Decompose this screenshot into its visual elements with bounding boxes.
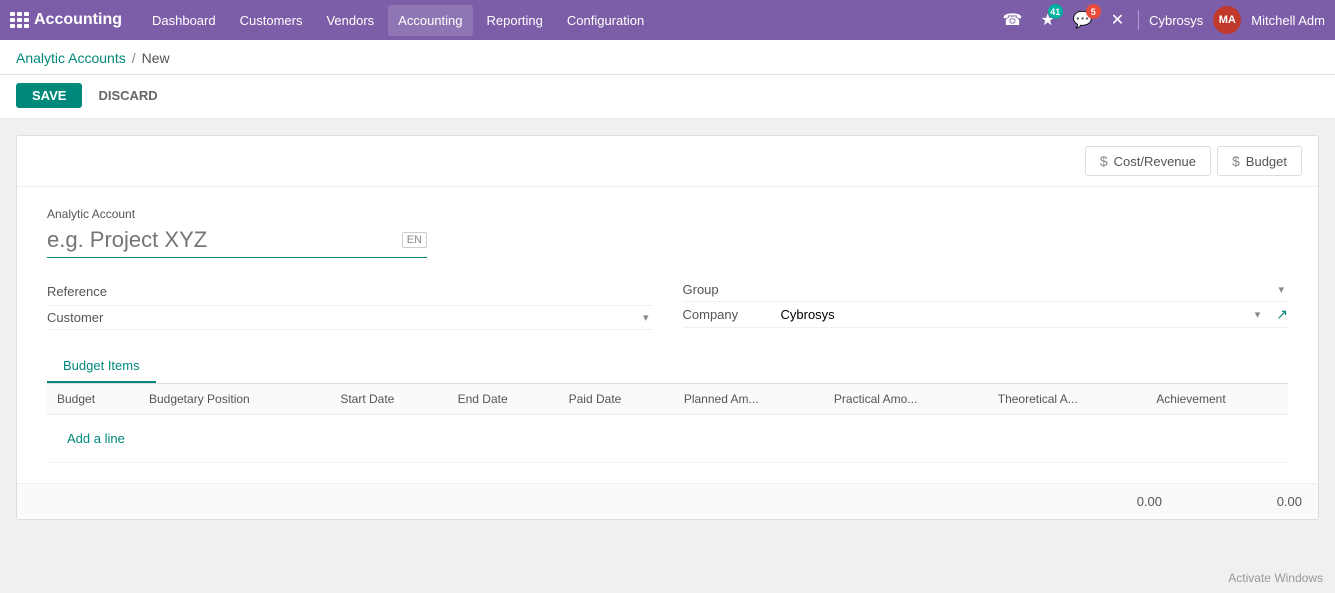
breadcrumb-bar: Analytic Accounts / New bbox=[0, 40, 1335, 75]
company-select[interactable]: Cybrosys bbox=[781, 307, 1265, 322]
breadcrumb-separator: / bbox=[132, 50, 136, 66]
phone-icon[interactable]: ☎ bbox=[999, 6, 1027, 34]
navbar: Accounting Dashboard Customers Vendors A… bbox=[0, 0, 1335, 40]
user-avatar: MA bbox=[1213, 6, 1241, 34]
customer-select[interactable] bbox=[145, 310, 653, 325]
right-fields: Group Company Cybrosys bbox=[683, 278, 1289, 330]
customer-select-wrapper bbox=[145, 310, 653, 325]
customer-row: Customer bbox=[47, 306, 653, 330]
cost-revenue-label: Cost/Revenue bbox=[1114, 154, 1196, 169]
col-practical-amount: Practical Amo... bbox=[824, 384, 988, 415]
chat-icon[interactable]: 💬 5 bbox=[1069, 6, 1097, 34]
account-name-input[interactable] bbox=[47, 227, 392, 253]
grid-icon bbox=[10, 12, 26, 28]
col-planned-amount: Planned Am... bbox=[674, 384, 824, 415]
company-name: Cybrosys bbox=[1149, 13, 1203, 28]
theoretical-total: 0.00 bbox=[1222, 494, 1302, 509]
nav-configuration[interactable]: Configuration bbox=[557, 5, 654, 36]
form-body: Analytic Account EN Reference Customer bbox=[17, 187, 1318, 483]
activity-icon[interactable]: ★ 41 bbox=[1036, 6, 1058, 34]
save-button[interactable]: SAVE bbox=[16, 83, 82, 108]
group-select-wrapper bbox=[781, 282, 1289, 297]
chat-badge: 5 bbox=[1086, 4, 1101, 19]
app-brand[interactable]: Accounting bbox=[10, 11, 122, 29]
col-start-date: Start Date bbox=[330, 384, 447, 415]
col-theoretical-amount: Theoretical A... bbox=[988, 384, 1147, 415]
nav-customers[interactable]: Customers bbox=[230, 5, 313, 36]
nav-accounting[interactable]: Accounting bbox=[388, 5, 472, 36]
form-card: $ Cost/Revenue $ Budget Analytic Account… bbox=[16, 135, 1319, 520]
language-badge[interactable]: EN bbox=[402, 232, 427, 248]
brand-title: Accounting bbox=[34, 11, 122, 29]
breadcrumb-current: New bbox=[142, 50, 170, 66]
add-line-row: Add a line bbox=[47, 415, 1288, 463]
cost-revenue-button[interactable]: $ Cost/Revenue bbox=[1085, 146, 1211, 176]
col-end-date: End Date bbox=[448, 384, 559, 415]
cost-revenue-icon: $ bbox=[1100, 153, 1108, 169]
nav-reporting[interactable]: Reporting bbox=[477, 5, 553, 36]
activate-windows-watermark: Activate Windows bbox=[1228, 571, 1323, 585]
fields-grid: Reference Customer bbox=[47, 278, 1288, 330]
navbar-divider bbox=[1138, 10, 1139, 30]
budget-table: Budget Budgetary Position Start Date End… bbox=[47, 384, 1288, 463]
company-label: Company bbox=[683, 307, 773, 322]
navbar-right: ☎ ★ 41 💬 5 ✕ Cybrosys MA Mitchell Adm bbox=[999, 6, 1326, 34]
group-row: Group bbox=[683, 278, 1289, 302]
col-achievement: Achievement bbox=[1146, 384, 1288, 415]
budget-label: Budget bbox=[1246, 154, 1287, 169]
form-card-footer: 0.00 0.00 bbox=[17, 483, 1318, 519]
group-label: Group bbox=[683, 282, 773, 297]
reference-label: Reference bbox=[47, 284, 137, 299]
action-bar: SAVE DISCARD bbox=[0, 75, 1335, 119]
col-paid-date: Paid Date bbox=[559, 384, 674, 415]
practical-total: 0.00 bbox=[1082, 494, 1162, 509]
breadcrumb-parent[interactable]: Analytic Accounts bbox=[16, 50, 126, 66]
budget-button[interactable]: $ Budget bbox=[1217, 146, 1302, 176]
company-select-wrapper: Cybrosys bbox=[781, 307, 1265, 322]
discard-button[interactable]: DISCARD bbox=[90, 83, 165, 108]
left-fields: Reference Customer bbox=[47, 278, 653, 330]
tabs-bar: Budget Items bbox=[47, 350, 1288, 384]
company-external-link-icon[interactable]: ↗ bbox=[1276, 306, 1288, 323]
name-row: EN bbox=[47, 227, 427, 258]
reference-row: Reference bbox=[47, 278, 653, 306]
breadcrumb: Analytic Accounts / New bbox=[16, 50, 170, 74]
col-budget: Budget bbox=[47, 384, 139, 415]
nav-links: Dashboard Customers Vendors Accounting R… bbox=[142, 5, 999, 36]
analytic-account-label: Analytic Account bbox=[47, 207, 1288, 221]
user-name: Mitchell Adm bbox=[1251, 13, 1325, 28]
nav-dashboard[interactable]: Dashboard bbox=[142, 5, 226, 36]
activity-badge: 41 bbox=[1048, 4, 1063, 19]
budget-icon: $ bbox=[1232, 153, 1240, 169]
tab-budget-items[interactable]: Budget Items bbox=[47, 350, 156, 383]
company-row: Company Cybrosys ↗ bbox=[683, 302, 1289, 328]
main-content: $ Cost/Revenue $ Budget Analytic Account… bbox=[0, 119, 1335, 536]
form-card-header: $ Cost/Revenue $ Budget bbox=[17, 136, 1318, 187]
nav-vendors[interactable]: Vendors bbox=[316, 5, 384, 36]
col-budgetary-position: Budgetary Position bbox=[139, 384, 330, 415]
customer-label: Customer bbox=[47, 310, 137, 325]
add-line-button[interactable]: Add a line bbox=[57, 423, 135, 454]
reference-input[interactable] bbox=[145, 282, 653, 301]
group-select[interactable] bbox=[781, 282, 1289, 297]
close-icon[interactable]: ✕ bbox=[1107, 6, 1128, 34]
